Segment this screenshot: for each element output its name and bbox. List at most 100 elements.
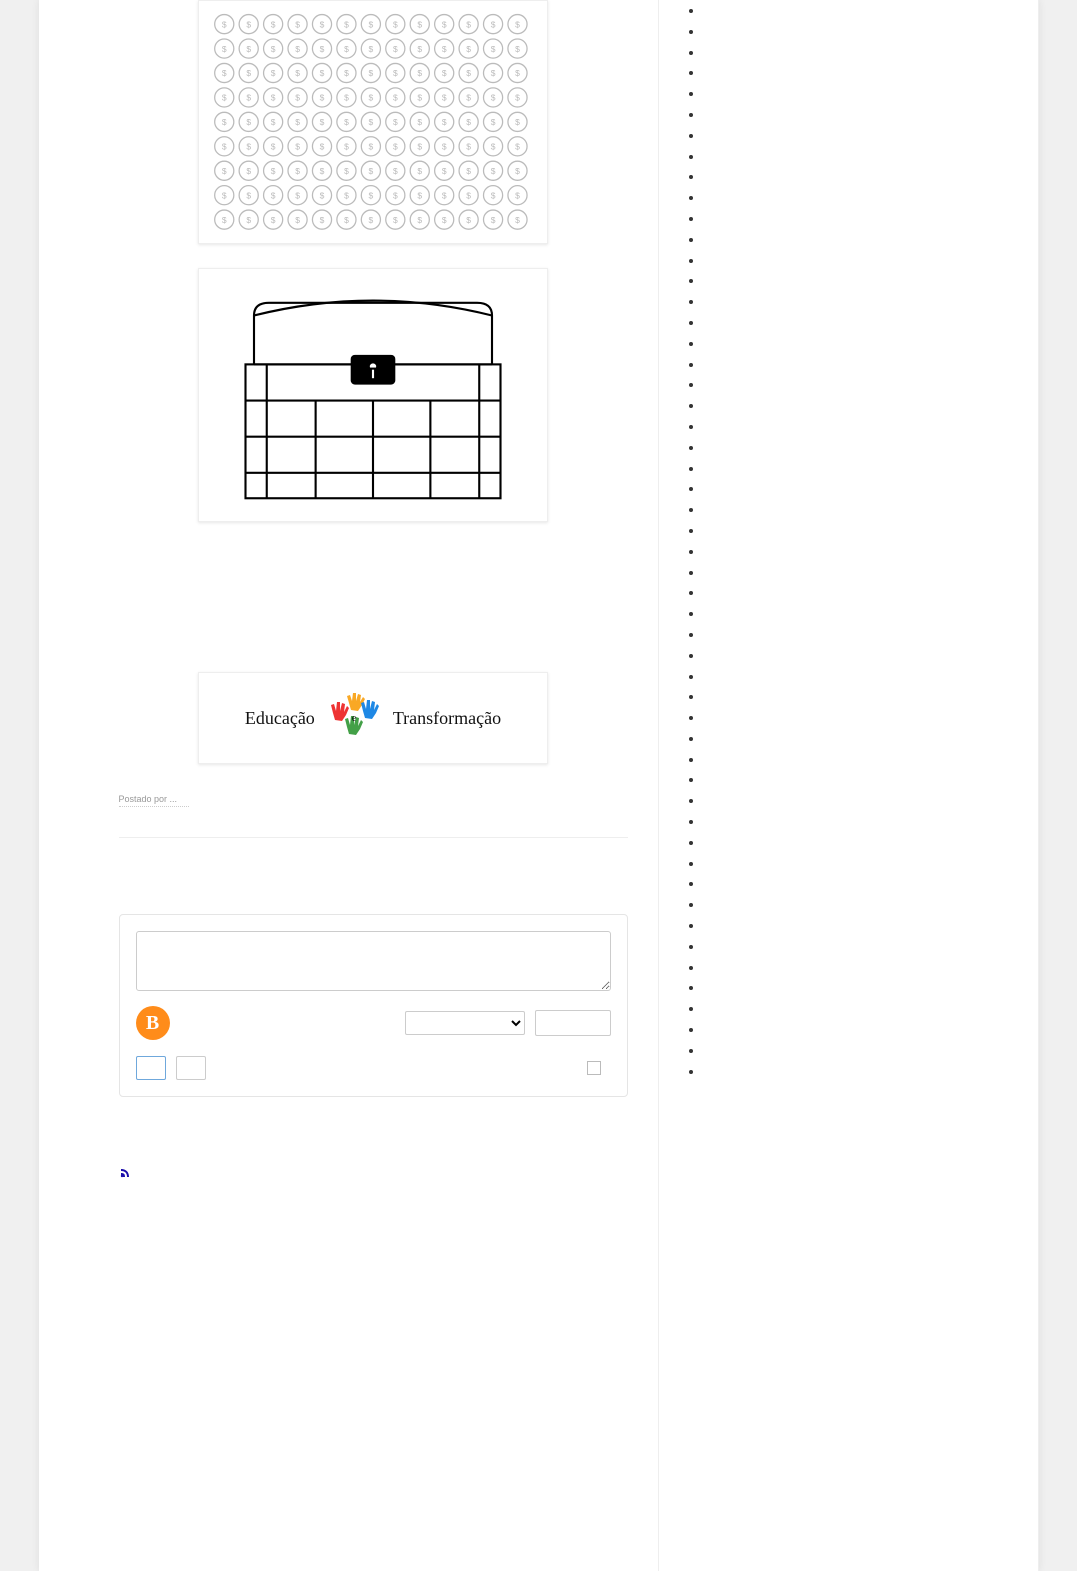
- sidebar-item[interactable]: [703, 790, 1018, 811]
- post-separator: [119, 837, 628, 838]
- svg-text:$: $: [442, 190, 447, 200]
- svg-text:$: $: [393, 117, 398, 127]
- sidebar-item[interactable]: [703, 478, 1018, 499]
- sidebar-item[interactable]: [703, 146, 1018, 167]
- svg-text:$: $: [344, 142, 349, 152]
- sidebar-item[interactable]: [703, 728, 1018, 749]
- blog-logo[interactable]: Educação e Transformação: [198, 672, 548, 764]
- sidebar-item[interactable]: [703, 582, 1018, 603]
- sidebar-item[interactable]: [703, 707, 1018, 728]
- sidebar-item[interactable]: [703, 208, 1018, 229]
- sidebar-item[interactable]: [703, 125, 1018, 146]
- svg-text:$: $: [271, 142, 276, 152]
- svg-text:$: $: [466, 68, 471, 78]
- sidebar-item[interactable]: [703, 42, 1018, 63]
- sidebar-item[interactable]: [703, 1040, 1018, 1061]
- svg-text:$: $: [344, 44, 349, 54]
- svg-text:$: $: [271, 44, 276, 54]
- page: $$$$$$$$$$$$$$$$$$$$$$$$$$$$$$$$$$$$$$$$…: [39, 0, 1039, 1571]
- svg-text:$: $: [320, 215, 325, 225]
- sidebar-item[interactable]: [703, 437, 1018, 458]
- post-image-chest[interactable]: [198, 268, 548, 522]
- svg-text:$: $: [369, 117, 374, 127]
- sidebar-item[interactable]: [703, 645, 1018, 666]
- svg-text:$: $: [222, 166, 227, 176]
- sidebar-item[interactable]: [703, 1019, 1018, 1040]
- sidebar-item[interactable]: [703, 957, 1018, 978]
- sidebar-item[interactable]: [703, 832, 1018, 853]
- sidebar-item[interactable]: [703, 977, 1018, 998]
- sidebar-item[interactable]: [703, 894, 1018, 915]
- profile-select[interactable]: [405, 1011, 525, 1035]
- sidebar-item[interactable]: [703, 1061, 1018, 1082]
- sidebar-item[interactable]: [703, 270, 1018, 291]
- sidebar-item[interactable]: [703, 873, 1018, 894]
- sidebar-item[interactable]: [703, 749, 1018, 770]
- sidebar-item[interactable]: [703, 624, 1018, 645]
- logo-word-left: Educação: [245, 708, 315, 729]
- sidebar-item[interactable]: [703, 21, 1018, 42]
- sidebar-item[interactable]: [703, 333, 1018, 354]
- sidebar-item[interactable]: [703, 603, 1018, 624]
- svg-text:$: $: [369, 190, 374, 200]
- subscribe-link[interactable]: [119, 1167, 628, 1179]
- sidebar-item[interactable]: [703, 395, 1018, 416]
- sidebar-item[interactable]: [703, 458, 1018, 479]
- sidebar-item[interactable]: [703, 62, 1018, 83]
- notify-checkbox[interactable]: [587, 1061, 601, 1075]
- sidebar-item[interactable]: [703, 666, 1018, 687]
- sidebar-item[interactable]: [703, 374, 1018, 395]
- svg-text:$: $: [466, 44, 471, 54]
- sidebar-item[interactable]: [703, 998, 1018, 1019]
- post-meta: Postado por ...: [119, 794, 189, 807]
- post-image-coins[interactable]: $$$$$$$$$$$$$$$$$$$$$$$$$$$$$$$$$$$$$$$$…: [198, 0, 548, 244]
- sidebar-item[interactable]: [703, 853, 1018, 874]
- sidebar-item[interactable]: [703, 541, 1018, 562]
- sidebar-item[interactable]: [703, 499, 1018, 520]
- svg-text:$: $: [344, 93, 349, 103]
- sidebar-item[interactable]: [703, 416, 1018, 437]
- publish-button[interactable]: [136, 1056, 166, 1080]
- svg-text:$: $: [246, 142, 251, 152]
- svg-text:$: $: [515, 68, 520, 78]
- svg-text:$: $: [369, 166, 374, 176]
- sidebar-item[interactable]: [703, 83, 1018, 104]
- sidebar-item[interactable]: [703, 0, 1018, 21]
- sidebar-item[interactable]: [703, 250, 1018, 271]
- sidebar-item[interactable]: [703, 312, 1018, 333]
- comment-form: B: [119, 914, 628, 1097]
- sidebar-item[interactable]: [703, 187, 1018, 208]
- comment-textarea[interactable]: [136, 931, 611, 991]
- sidebar-item[interactable]: [703, 354, 1018, 375]
- sidebar-item[interactable]: [703, 229, 1018, 250]
- svg-text:$: $: [515, 117, 520, 127]
- svg-text:$: $: [271, 68, 276, 78]
- sidebar-item[interactable]: [703, 291, 1018, 312]
- svg-text:$: $: [417, 215, 422, 225]
- svg-text:$: $: [271, 19, 276, 29]
- svg-text:$: $: [491, 93, 496, 103]
- preview-button[interactable]: [176, 1056, 206, 1080]
- svg-text:$: $: [271, 190, 276, 200]
- svg-text:$: $: [344, 190, 349, 200]
- svg-text:$: $: [344, 166, 349, 176]
- svg-text:$: $: [295, 142, 300, 152]
- sidebar-item[interactable]: [703, 166, 1018, 187]
- sidebar-item[interactable]: [703, 104, 1018, 125]
- comment-small-input[interactable]: [535, 1010, 611, 1036]
- sidebar-item[interactable]: [703, 915, 1018, 936]
- sidebar-list: [679, 0, 1018, 1081]
- sidebar-item[interactable]: [703, 686, 1018, 707]
- svg-text:$: $: [246, 166, 251, 176]
- sidebar-item[interactable]: [703, 520, 1018, 541]
- sidebar-item[interactable]: [703, 769, 1018, 790]
- svg-text:$: $: [442, 215, 447, 225]
- svg-text:$: $: [466, 93, 471, 103]
- sidebar-item[interactable]: [703, 562, 1018, 583]
- svg-text:e: e: [352, 713, 357, 724]
- svg-text:$: $: [417, 142, 422, 152]
- svg-text:$: $: [344, 68, 349, 78]
- sidebar-item[interactable]: [703, 936, 1018, 957]
- main-column: $$$$$$$$$$$$$$$$$$$$$$$$$$$$$$$$$$$$$$$$…: [39, 0, 659, 1571]
- sidebar-item[interactable]: [703, 811, 1018, 832]
